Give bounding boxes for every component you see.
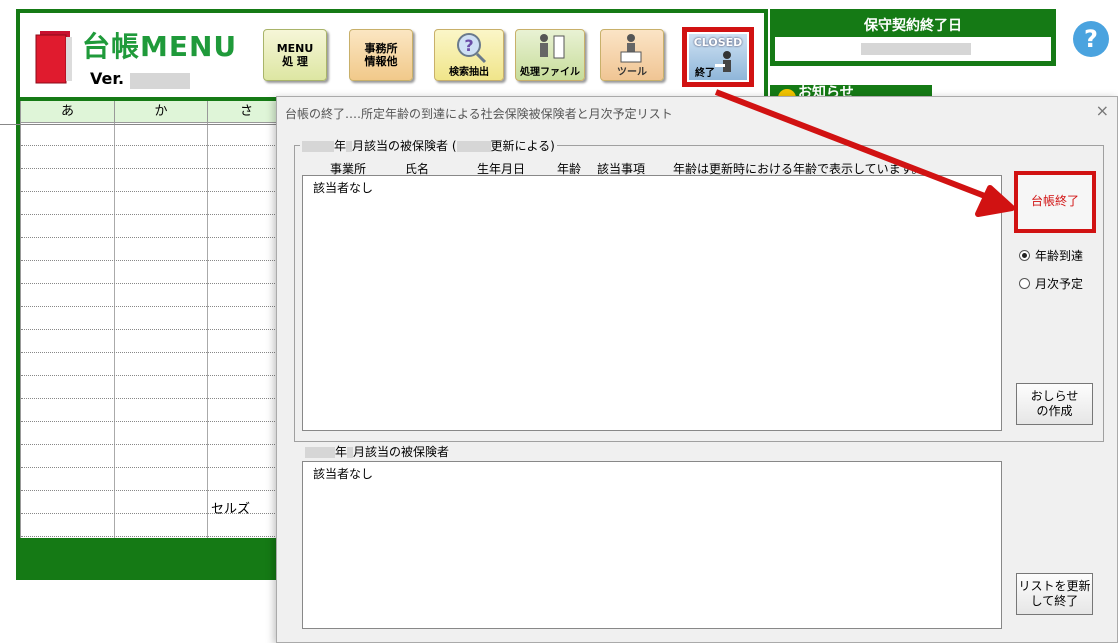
table-row[interactable] [21, 422, 285, 445]
table-row[interactable] [21, 445, 285, 468]
svg-text:?: ? [464, 36, 473, 55]
group2-label-year: 年 [335, 445, 348, 459]
age-reached-group-label: 年月該当の被保険者 ( 更新による) [300, 137, 557, 154]
table-row[interactable] [21, 215, 285, 238]
help-icon[interactable]: ? [1073, 21, 1109, 57]
table-row[interactable] [21, 353, 285, 376]
search-button-label: 検索抽出 [449, 67, 489, 78]
menu-button-line1: MENU [276, 42, 314, 55]
office-button-line2: 情報他 [364, 55, 398, 68]
closed-button-bottom-label: 終了 [695, 68, 715, 79]
monthly-group-label: 年月該当の被保険者 [305, 443, 449, 460]
grid-cell-text: セルズ [211, 502, 251, 517]
table-row[interactable] [21, 146, 285, 169]
maintenance-contract-panel: 保守契約終了日 [770, 9, 1056, 66]
monthly-scheduled-list[interactable]: 該当者なし [302, 461, 1002, 629]
group1-label-main: 月該当の被保険者 ( [352, 139, 457, 153]
radio-monthly-label: 月次予定 [1035, 277, 1084, 291]
table-row[interactable] [21, 192, 285, 215]
radio-selected-indicator [1019, 250, 1030, 261]
office-button-line1: 事務所 [364, 42, 398, 55]
version-value-redacted [130, 73, 190, 89]
list-item: 該当者なし [313, 467, 374, 481]
radio-unselected-indicator [1019, 278, 1030, 289]
closed-exit-button[interactable]: CLOSED 終了 [682, 27, 754, 87]
grid-header-row: あ か さ [21, 101, 285, 123]
contract-end-date-box [775, 37, 1051, 61]
radio-age-reached[interactable]: 年齢到達 [1019, 247, 1083, 264]
update-date-redacted [456, 141, 491, 152]
table-row[interactable] [21, 238, 285, 261]
radio-age-label: 年齢到達 [1035, 249, 1084, 263]
tool-button-label: ツール [617, 67, 647, 78]
ledger-book-icon [35, 31, 72, 84]
app-branding: 台帳MENU Ver. [34, 23, 254, 93]
refresh-list-exit-button[interactable]: リストを更新 して終了 [1016, 573, 1093, 615]
group2-label-main: 月該当の被保険者 [353, 445, 450, 459]
version-label: Ver. [90, 69, 125, 88]
notice-button-line2: の作成 [1036, 404, 1073, 418]
office-info-button[interactable]: 事務所 情報他 [349, 29, 413, 81]
app-title: 台帳MENU [82, 30, 238, 63]
menu-button-line2: 処 理 [282, 55, 308, 68]
table-row[interactable] [21, 468, 285, 491]
table-row[interactable] [21, 399, 285, 422]
table-row[interactable] [21, 261, 285, 284]
menu-process-button[interactable]: MENU 処 理 [263, 29, 327, 81]
kana-index-grid: あ か さ セルズ [20, 101, 285, 538]
notice-button-line1: おしらせ [1030, 389, 1079, 403]
ledger-end-button-label: 台帳終了 [1030, 194, 1079, 208]
search-extract-button[interactable]: ? 検索抽出 [434, 29, 504, 81]
person-tools-icon [620, 34, 642, 63]
guide-line [0, 124, 276, 125]
table-row[interactable] [21, 284, 285, 307]
table-row[interactable] [21, 169, 285, 192]
create-notice-button[interactable]: おしらせ の作成 [1016, 383, 1093, 425]
table-row[interactable] [21, 123, 285, 146]
table-row[interactable] [21, 307, 285, 330]
process-file-button[interactable]: 処理ファイル [515, 29, 585, 81]
year-redacted [305, 447, 335, 458]
table-row[interactable] [21, 330, 285, 353]
refresh-button-line1: リストを更新 [1018, 579, 1091, 593]
file-button-label: 処理ファイル [520, 67, 580, 78]
group1-label-tail: 更新による) [490, 139, 555, 153]
closed-button-top-label: CLOSED [693, 36, 743, 49]
grid-header-a[interactable]: あ [21, 101, 115, 123]
ledger-exit-dialog: 台帳の終了‥‥所定年齢の到達による社会保険被保険者と月次予定リスト × 年月該当… [276, 96, 1118, 643]
list-item: 該当者なし [313, 181, 374, 195]
contract-date-redacted [861, 43, 971, 55]
header-toolbar: 台帳MENU Ver. MENU 処 理 事務所 情報他 ? 検索抽出 処理ファ… [20, 13, 764, 97]
group1-label-year: 年 [334, 139, 347, 153]
contract-end-title: 保守契約終了日 [864, 18, 962, 34]
table-row[interactable] [21, 514, 285, 537]
refresh-button-line2: して終了 [1030, 594, 1079, 608]
tool-button[interactable]: ツール [600, 29, 664, 81]
ledger-end-button[interactable]: 台帳終了 [1014, 171, 1096, 233]
grid-header-ka[interactable]: か [115, 101, 208, 123]
dialog-title: 台帳の終了‥‥所定年齢の到達による社会保険被保険者と月次予定リスト [285, 107, 673, 121]
close-icon[interactable]: × [1096, 101, 1109, 120]
table-row[interactable] [21, 376, 285, 399]
radio-monthly-scheduled[interactable]: 月次予定 [1019, 275, 1083, 292]
year-redacted [302, 141, 334, 152]
grid-header-sa[interactable]: さ [208, 101, 285, 123]
magnifier-question-icon: ? [457, 33, 487, 64]
age-reached-list[interactable]: 該当者なし [302, 175, 1002, 431]
person-documents-icon [540, 34, 565, 59]
closed-button-face: CLOSED 終了 [689, 34, 747, 80]
